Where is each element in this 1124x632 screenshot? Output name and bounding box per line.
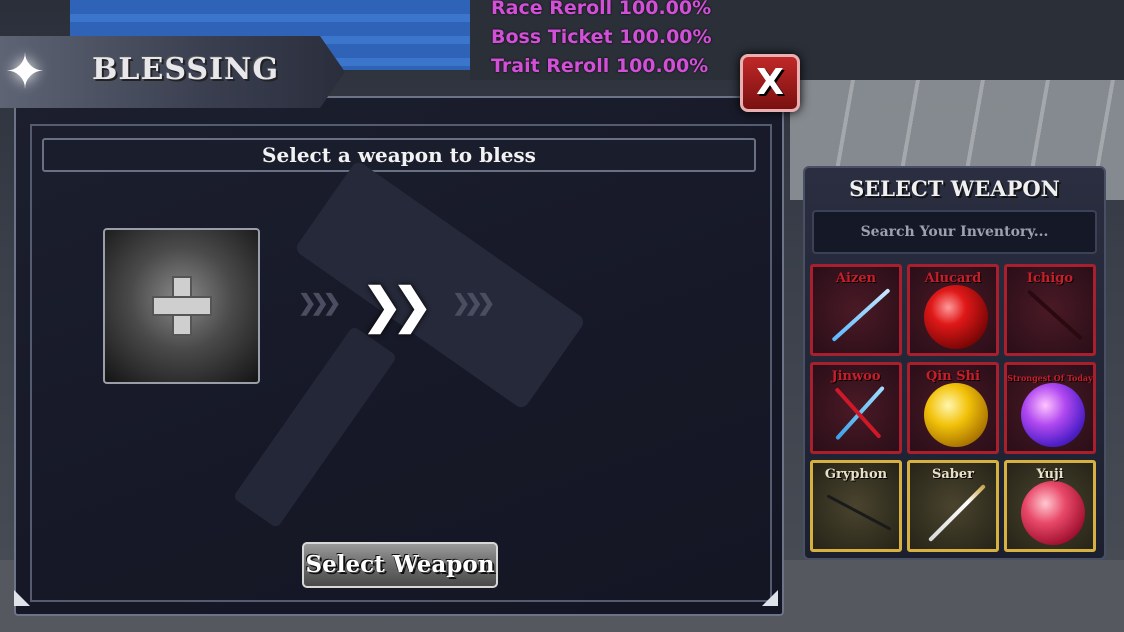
weapon-card-strongest-of-today[interactable]: Strongest Of Today (1004, 362, 1096, 454)
buff-trait-reroll: Trait Reroll 100.00% (491, 55, 709, 77)
select-weapon-button[interactable]: Select Weapon (302, 542, 498, 588)
weapon-name: Saber (931, 467, 975, 482)
red-orb-icon (924, 285, 988, 349)
inventory-search-input[interactable] (812, 210, 1097, 254)
weapon-card-alucard[interactable]: Alucard (907, 264, 999, 356)
weapon-card-yuji[interactable]: Yuji (1004, 460, 1096, 552)
weapon-select-title: SELECT WEAPON (849, 176, 1060, 201)
weapon-card-jinwoo[interactable]: Jinwoo (810, 362, 902, 454)
pink-orb-icon (1021, 481, 1085, 545)
weapon-card-qin-shi[interactable]: Qin Shi (907, 362, 999, 454)
instruction-banner: Select a weapon to bless (42, 138, 756, 172)
weapon-name: Ichigo (1026, 271, 1074, 286)
yellow-orb-icon (924, 383, 988, 447)
weapon-card-saber[interactable]: Saber (907, 460, 999, 552)
buff-boss-ticket: Boss Ticket 100.00% (491, 26, 712, 48)
chevron-right-icon: ❯❯❯ (452, 290, 495, 316)
plus-icon (152, 276, 212, 336)
buff-list: Race Reroll 100.00% Boss Ticket 100.00% … (491, 0, 712, 81)
weapon-name: Qin Shi (925, 369, 981, 384)
double-chevron-right-icon: ❯❯ (362, 278, 433, 334)
weapon-name: Gryphon (824, 467, 888, 482)
chevron-right-icon: ❯❯❯ (298, 290, 341, 316)
katana-icon (831, 288, 891, 342)
buff-race-reroll: Race Reroll 100.00% (491, 0, 712, 19)
weapon-name: Yuji (1036, 467, 1064, 482)
weapon-name: Jinwoo (831, 369, 881, 384)
weapon-name: Aizen (835, 271, 877, 286)
weapon-name: Alucard (924, 271, 982, 286)
katana-icon (1026, 289, 1084, 341)
page-title: BLESSING (92, 52, 280, 87)
violet-orb-icon (1021, 383, 1085, 447)
rapier-icon (826, 494, 892, 531)
weapon-card-aizen[interactable]: Aizen (810, 264, 902, 356)
longsword-icon (928, 484, 986, 542)
weapon-name: Strongest Of Today (1007, 373, 1093, 383)
four-point-star-icon: ✦ (4, 44, 46, 100)
close-button[interactable]: X (740, 54, 800, 112)
weapon-card-gryphon[interactable]: Gryphon (810, 460, 902, 552)
weapon-card-ichigo[interactable]: Ichigo (1004, 264, 1096, 356)
